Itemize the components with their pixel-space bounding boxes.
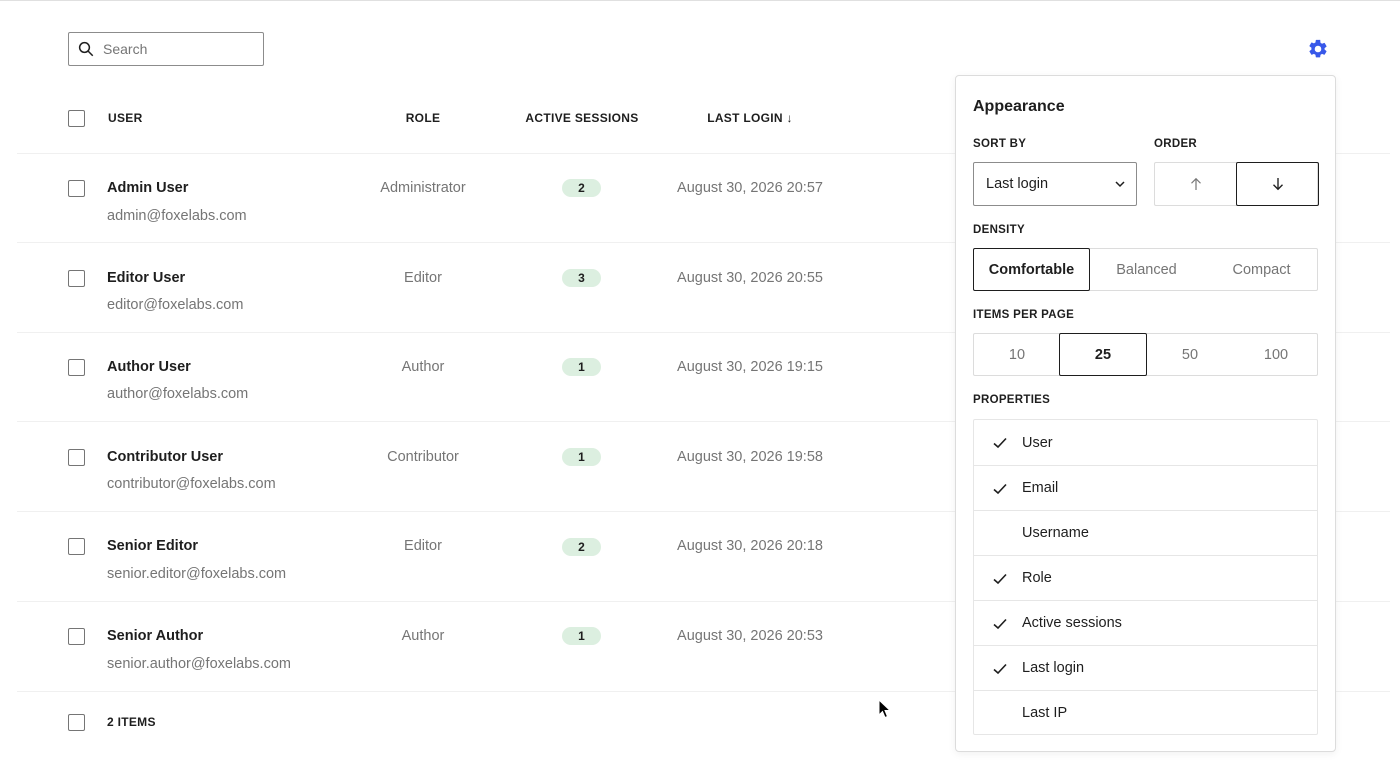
density-label: DENSITY xyxy=(973,224,1025,236)
items-per-page-25[interactable]: 25 xyxy=(1059,333,1147,376)
property-label: Last IP xyxy=(1022,705,1068,721)
user-email: author@foxelabs.com xyxy=(107,386,249,402)
item-count: 2 ITEMS xyxy=(107,715,156,729)
property-label: Last login xyxy=(1022,660,1085,676)
search-box[interactable] xyxy=(68,32,264,66)
property-active-sessions[interactable]: Active sessions xyxy=(974,600,1317,645)
check-icon xyxy=(993,483,1007,495)
user-name[interactable]: Admin User xyxy=(107,180,188,196)
order-ascending-button[interactable] xyxy=(1155,163,1236,205)
property-user[interactable]: User xyxy=(974,420,1317,465)
column-header-user[interactable]: USER xyxy=(108,104,143,132)
properties-label: PROPERTIES xyxy=(973,394,1051,406)
footer-select-checkbox[interactable] xyxy=(68,714,85,731)
mouse-cursor-icon xyxy=(878,699,892,719)
property-username[interactable]: Username xyxy=(974,510,1317,555)
arrow-up-icon xyxy=(1190,177,1201,190)
check-icon xyxy=(993,663,1007,675)
user-role: Editor xyxy=(404,270,442,286)
check-icon xyxy=(993,573,1007,585)
sort-by-value: Last login xyxy=(986,176,1049,192)
sessions-badge: 1 xyxy=(562,448,601,466)
top-divider xyxy=(0,0,1400,1)
user-email: senior.editor@foxelabs.com xyxy=(107,566,287,582)
user-name[interactable]: Editor User xyxy=(107,270,185,286)
arrow-down-icon xyxy=(1272,178,1283,191)
row-checkbox[interactable] xyxy=(68,449,85,466)
row-checkbox[interactable] xyxy=(68,538,85,555)
last-login: August 30, 2026 19:15 xyxy=(677,359,823,375)
column-header-last-login[interactable]: LAST LOGIN ↓ xyxy=(650,104,850,132)
last-login: August 30, 2026 20:18 xyxy=(677,538,823,554)
last-login: August 30, 2026 20:55 xyxy=(677,270,823,286)
sessions-badge: 1 xyxy=(562,627,601,645)
user-name[interactable]: Senior Author xyxy=(107,628,203,644)
search-input[interactable] xyxy=(103,41,253,57)
user-role: Contributor xyxy=(387,449,459,465)
property-role[interactable]: Role xyxy=(974,555,1317,600)
density-compact[interactable]: Compact xyxy=(1204,249,1319,290)
property-last-ip[interactable]: Last IP xyxy=(974,690,1317,735)
order-descending-button[interactable] xyxy=(1236,162,1319,206)
user-email: editor@foxelabs.com xyxy=(107,297,244,313)
sort-by-select[interactable]: Last login xyxy=(973,162,1137,206)
row-checkbox[interactable] xyxy=(68,628,85,645)
user-role: Editor xyxy=(404,538,442,554)
user-role: Author xyxy=(401,628,445,644)
user-role: Administrator xyxy=(380,180,466,196)
order-toggle-group xyxy=(1154,162,1319,206)
items-per-page-label: ITEMS PER PAGE xyxy=(973,309,1075,321)
check-icon xyxy=(993,618,1007,630)
select-all-checkbox[interactable] xyxy=(68,110,85,127)
sessions-badge: 3 xyxy=(562,269,601,287)
user-email: admin@foxelabs.com xyxy=(107,208,247,224)
order-label: ORDER xyxy=(1154,138,1198,150)
property-last-login[interactable]: Last login xyxy=(974,645,1317,690)
appearance-panel: Appearance SORT BY ORDER Last login DENS… xyxy=(955,75,1336,752)
gear-icon[interactable] xyxy=(1307,38,1329,60)
items-per-page-toggle-group: 10 25 50 100 xyxy=(973,333,1318,376)
sessions-badge: 2 xyxy=(562,538,601,556)
property-label: Role xyxy=(1022,570,1052,586)
items-per-page-50[interactable]: 50 xyxy=(1147,334,1233,375)
items-per-page-100[interactable]: 100 xyxy=(1233,334,1319,375)
property-label: User xyxy=(1022,434,1053,451)
row-checkbox[interactable] xyxy=(68,270,85,287)
sessions-badge: 1 xyxy=(562,358,601,376)
property-email[interactable]: Email xyxy=(974,465,1317,510)
last-login: August 30, 2026 20:57 xyxy=(677,180,823,196)
user-name[interactable]: Contributor User xyxy=(107,449,223,465)
user-email: contributor@foxelabs.com xyxy=(107,476,276,492)
user-role: Author xyxy=(401,359,445,375)
properties-list: User Email Username Role Active sessions… xyxy=(973,419,1318,735)
check-icon xyxy=(993,437,1007,449)
user-name[interactable]: Senior Editor xyxy=(107,538,198,554)
density-toggle-group: Comfortable Balanced Compact xyxy=(973,248,1318,291)
density-balanced[interactable]: Balanced xyxy=(1089,249,1204,290)
items-per-page-10[interactable]: 10 xyxy=(974,334,1060,375)
user-email: senior.author@foxelabs.com xyxy=(107,656,291,672)
property-label: Username xyxy=(1022,525,1089,541)
row-checkbox[interactable] xyxy=(68,359,85,376)
last-login: August 30, 2026 19:58 xyxy=(677,449,823,465)
last-login: August 30, 2026 20:53 xyxy=(677,628,823,644)
density-comfortable[interactable]: Comfortable xyxy=(973,248,1090,291)
row-checkbox[interactable] xyxy=(68,180,85,197)
sessions-badge: 2 xyxy=(562,179,601,197)
panel-title: Appearance xyxy=(973,98,1065,115)
user-name[interactable]: Author User xyxy=(107,359,191,375)
chevron-down-icon xyxy=(1115,181,1125,188)
property-label: Email xyxy=(1022,480,1059,496)
sort-by-label: SORT BY xyxy=(973,138,1027,150)
property-label: Active sessions xyxy=(1022,615,1122,631)
search-icon xyxy=(78,41,94,57)
